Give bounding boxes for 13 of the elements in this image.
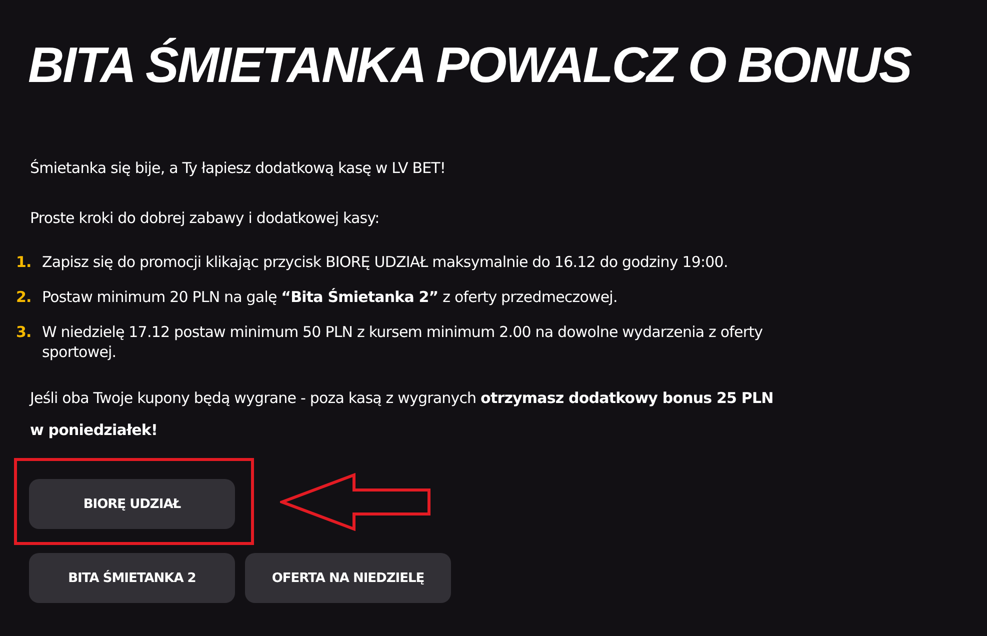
offer-button[interactable]: BITA ŚMIETANKA 2: [29, 553, 235, 603]
summary-text: Jeśli oba Twoje kupony będą wygrane - poza kasą z wygranych otrzymasz dodatkowy bonus 25 PLN w poniedziałek!: [30, 388, 774, 441]
step-number: 3.: [16, 322, 32, 343]
join-button[interactable]: BIORĘ UDZIAŁ: [29, 479, 235, 529]
offer-button[interactable]: OFERTA NA NIEDZIELĘ: [245, 553, 451, 603]
step-number: 1.: [16, 252, 32, 272]
intro-text: Śmietanka się bije, a Ty łapiesz dodatkową kasę w LV BET!: [30, 158, 447, 178]
step-number: 2.: [16, 287, 32, 307]
step-text: Zapisz się do promocji klikając przycisk BIORĘ UDZIAŁ maksymalnie do 16.12 do godziny 19:00.: [42, 252, 729, 272]
step-text: Postaw minimum 20 PLN na galę “Bita Śmietanka 2” z oferty przedmeczowej.: [42, 287, 618, 307]
steps-heading: Proste kroki do dobrej zabawy i dodatkowej kasy:: [30, 208, 380, 228]
promo-title: BITA ŚMIETANKA POWALCZ O BONUS: [28, 36, 912, 95]
step-text: W niedzielę 17.12 postaw minimum 50 PLN z kursem minimum 2.00 na dowolne wydarzenia z oferty sportowej.: [42, 322, 764, 362]
